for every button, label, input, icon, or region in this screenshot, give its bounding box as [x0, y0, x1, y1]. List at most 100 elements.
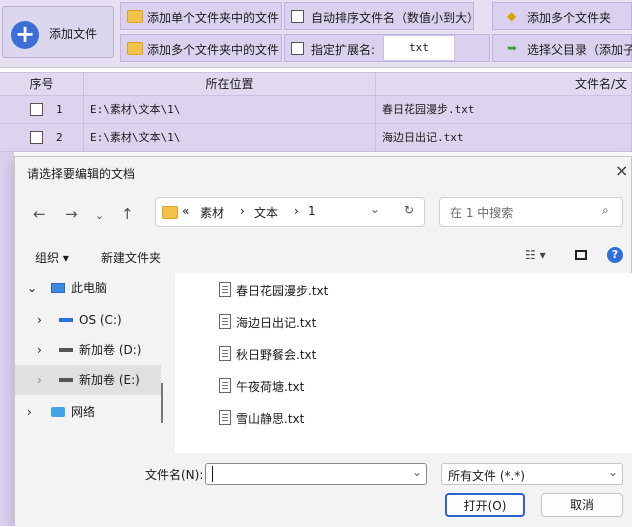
nav-item-this-pc[interactable]: ⌄ 此电脑 [15, 273, 161, 303]
add-multi-folder-label: 添加多个文件夹 [527, 11, 612, 25]
row-index: 1 [56, 103, 63, 116]
file-name: 海边日出记.txt [236, 316, 317, 330]
help-icon[interactable]: ? [607, 247, 623, 263]
add-multi-folder-button[interactable]: ◆ 添加多个文件夹 [492, 2, 632, 30]
list-item[interactable]: 午夜荷塘.txt [219, 371, 304, 403]
breadcrumb-overflow[interactable]: « [182, 204, 189, 218]
filename-field[interactable]: ⌄ [205, 463, 427, 485]
folder-icon [162, 206, 178, 219]
nav-item-os-c[interactable]: › OS (C:) [15, 305, 161, 335]
organize-menu[interactable]: 组织 ▾ [35, 249, 69, 266]
ext-input[interactable]: txt [383, 35, 455, 61]
text-file-icon [219, 378, 231, 393]
add-multi-folder-files-button[interactable]: 添加多个文件夹中的文件 [120, 34, 282, 62]
filename-cell: 海边日出记.txt [376, 124, 632, 152]
auto-sort-option[interactable]: 自动排序文件名（数值小到大） [284, 2, 479, 30]
row-index: 2 [56, 131, 63, 144]
expand-icon[interactable]: › [37, 335, 42, 365]
list-item[interactable]: 春日花园漫步.txt [219, 275, 328, 307]
col-index[interactable]: 序号 [0, 73, 84, 97]
breadcrumb-item[interactable]: 1 [308, 204, 316, 218]
breadcrumb-separator: › [240, 204, 245, 218]
plus-icon: + [11, 21, 39, 49]
table-row[interactable]: 1 E:\素材\文本\1\ 春日花园漫步.txt [0, 96, 632, 124]
nav-label: 新加卷 (E:) [79, 373, 140, 387]
table-row[interactable]: 2 E:\素材\文本\1\ 海边日出记.txt [0, 124, 632, 152]
text-file-icon [219, 314, 231, 329]
expand-icon[interactable]: ⌄ [27, 273, 37, 303]
ext-label: 指定扩展名: [311, 43, 376, 57]
index-cell: 1 [0, 96, 84, 124]
auto-sort-checkbox[interactable] [291, 10, 304, 23]
filename-label: 文件名(N): [145, 468, 204, 482]
up-icon[interactable]: ↑ [121, 205, 134, 223]
breadcrumb-item[interactable]: 文本 [254, 204, 278, 221]
open-button[interactable]: 打开(O) [445, 493, 525, 517]
text-file-icon [219, 346, 231, 361]
folder-icon [127, 42, 143, 55]
row-checkbox[interactable] [30, 103, 43, 116]
nav-item-drive-d[interactable]: › 新加卷 (D:) [15, 335, 161, 365]
app-toolbar: + 添加文件 添加单个文件夹中的文件 添加多个文件夹中的文件 自动排序文件名（数… [0, 0, 632, 68]
list-item[interactable]: 秋日野餐会.txt [219, 339, 316, 371]
cancel-button[interactable]: 取消 [541, 493, 623, 517]
command-bar: 组织 ▾ 新建文件夹 ☷ ▾ ? [15, 241, 632, 273]
add-single-folder-button[interactable]: 添加单个文件夹中的文件 [120, 2, 282, 30]
view-options-icon[interactable]: ☷ ▾ [525, 248, 546, 262]
col-location[interactable]: 所在位置 [84, 73, 376, 97]
file-type-select[interactable]: 所有文件 (*.*) ⌄ [441, 463, 623, 485]
file-name: 雪山静思.txt [236, 412, 305, 426]
dialog-footer: 文件名(N): ⌄ 所有文件 (*.*) ⌄ 打开(O) 取消 [15, 453, 632, 527]
location-cell: E:\素材\文本\1\ [84, 124, 376, 152]
ext-option[interactable]: 指定扩展名: txt [284, 34, 490, 62]
add-file-label: 添加文件 [49, 27, 98, 41]
expand-icon[interactable]: › [27, 397, 32, 427]
list-item[interactable]: 雪山静思.txt [219, 403, 304, 435]
nav-label: 新加卷 (D:) [79, 343, 142, 357]
arrow-icon: ➥ [507, 41, 518, 55]
back-icon[interactable]: ← [33, 205, 46, 223]
navigation-pane: ⌄ 此电脑 › OS (C:) › 新加卷 (D:) › 新加卷 (E:) › … [15, 273, 165, 453]
nav-item-drive-e[interactable]: › 新加卷 (E:) [15, 365, 161, 395]
chevron-down-icon[interactable]: ⌄ [370, 202, 380, 216]
text-file-icon [219, 282, 231, 297]
chevron-down-icon[interactable]: ⌄ [95, 209, 104, 222]
file-name: 秋日野餐会.txt [236, 348, 317, 362]
add-single-folder-label: 添加单个文件夹中的文件 [147, 11, 280, 25]
search-input[interactable]: 在 1 中搜索 [450, 204, 513, 221]
breadcrumb-separator: › [294, 204, 299, 218]
search-box[interactable]: 在 1 中搜索 ⌕ [439, 197, 623, 227]
breadcrumb-item[interactable]: 素材 [200, 204, 224, 221]
file-name: 春日花园漫步.txt [236, 284, 329, 298]
add-multi-folder-files-label: 添加多个文件夹中的文件 [147, 43, 280, 57]
refresh-icon[interactable]: ↻ [404, 203, 414, 217]
forward-icon[interactable]: → [65, 205, 78, 223]
chevron-down-icon: ⌄ [608, 465, 619, 479]
nav-item-network[interactable]: › 网络 [15, 397, 161, 427]
text-cursor [212, 466, 213, 482]
app-left-strip [0, 152, 14, 526]
file-type-value: 所有文件 (*.*) [448, 469, 525, 483]
expand-icon[interactable]: › [37, 305, 42, 335]
close-icon[interactable]: × [615, 161, 628, 180]
choose-parent-button[interactable]: ➥ 选择父目录（添加子 [492, 34, 632, 62]
col-filename[interactable]: 文件名/文 [376, 73, 632, 97]
windows-drive-icon [59, 318, 73, 322]
search-icon[interactable]: ⌕ [602, 203, 609, 218]
scrollbar[interactable] [161, 383, 163, 423]
computer-icon [51, 283, 65, 293]
table-header: 序号 所在位置 文件名/文 [0, 72, 632, 97]
ext-checkbox[interactable] [291, 42, 304, 55]
row-checkbox[interactable] [30, 131, 43, 144]
preview-pane-icon[interactable] [575, 250, 587, 260]
new-folder-button[interactable]: 新建文件夹 [101, 249, 161, 266]
expand-icon[interactable]: › [37, 365, 42, 395]
address-bar[interactable]: « 素材 › 文本 › 1 ⌄ ↻ [155, 197, 425, 227]
text-file-icon [219, 410, 231, 425]
diamond-icon: ◆ [507, 9, 517, 23]
add-file-button[interactable]: + 添加文件 [2, 6, 114, 58]
chevron-down-icon[interactable]: ⌄ [412, 465, 422, 479]
open-file-dialog: 请选择要编辑的文档 × ← → ⌄ ↑ « 素材 › 文本 › 1 ⌄ ↻ 在 … [14, 156, 632, 527]
index-cell: 2 [0, 124, 84, 152]
list-item[interactable]: 海边日出记.txt [219, 307, 316, 339]
